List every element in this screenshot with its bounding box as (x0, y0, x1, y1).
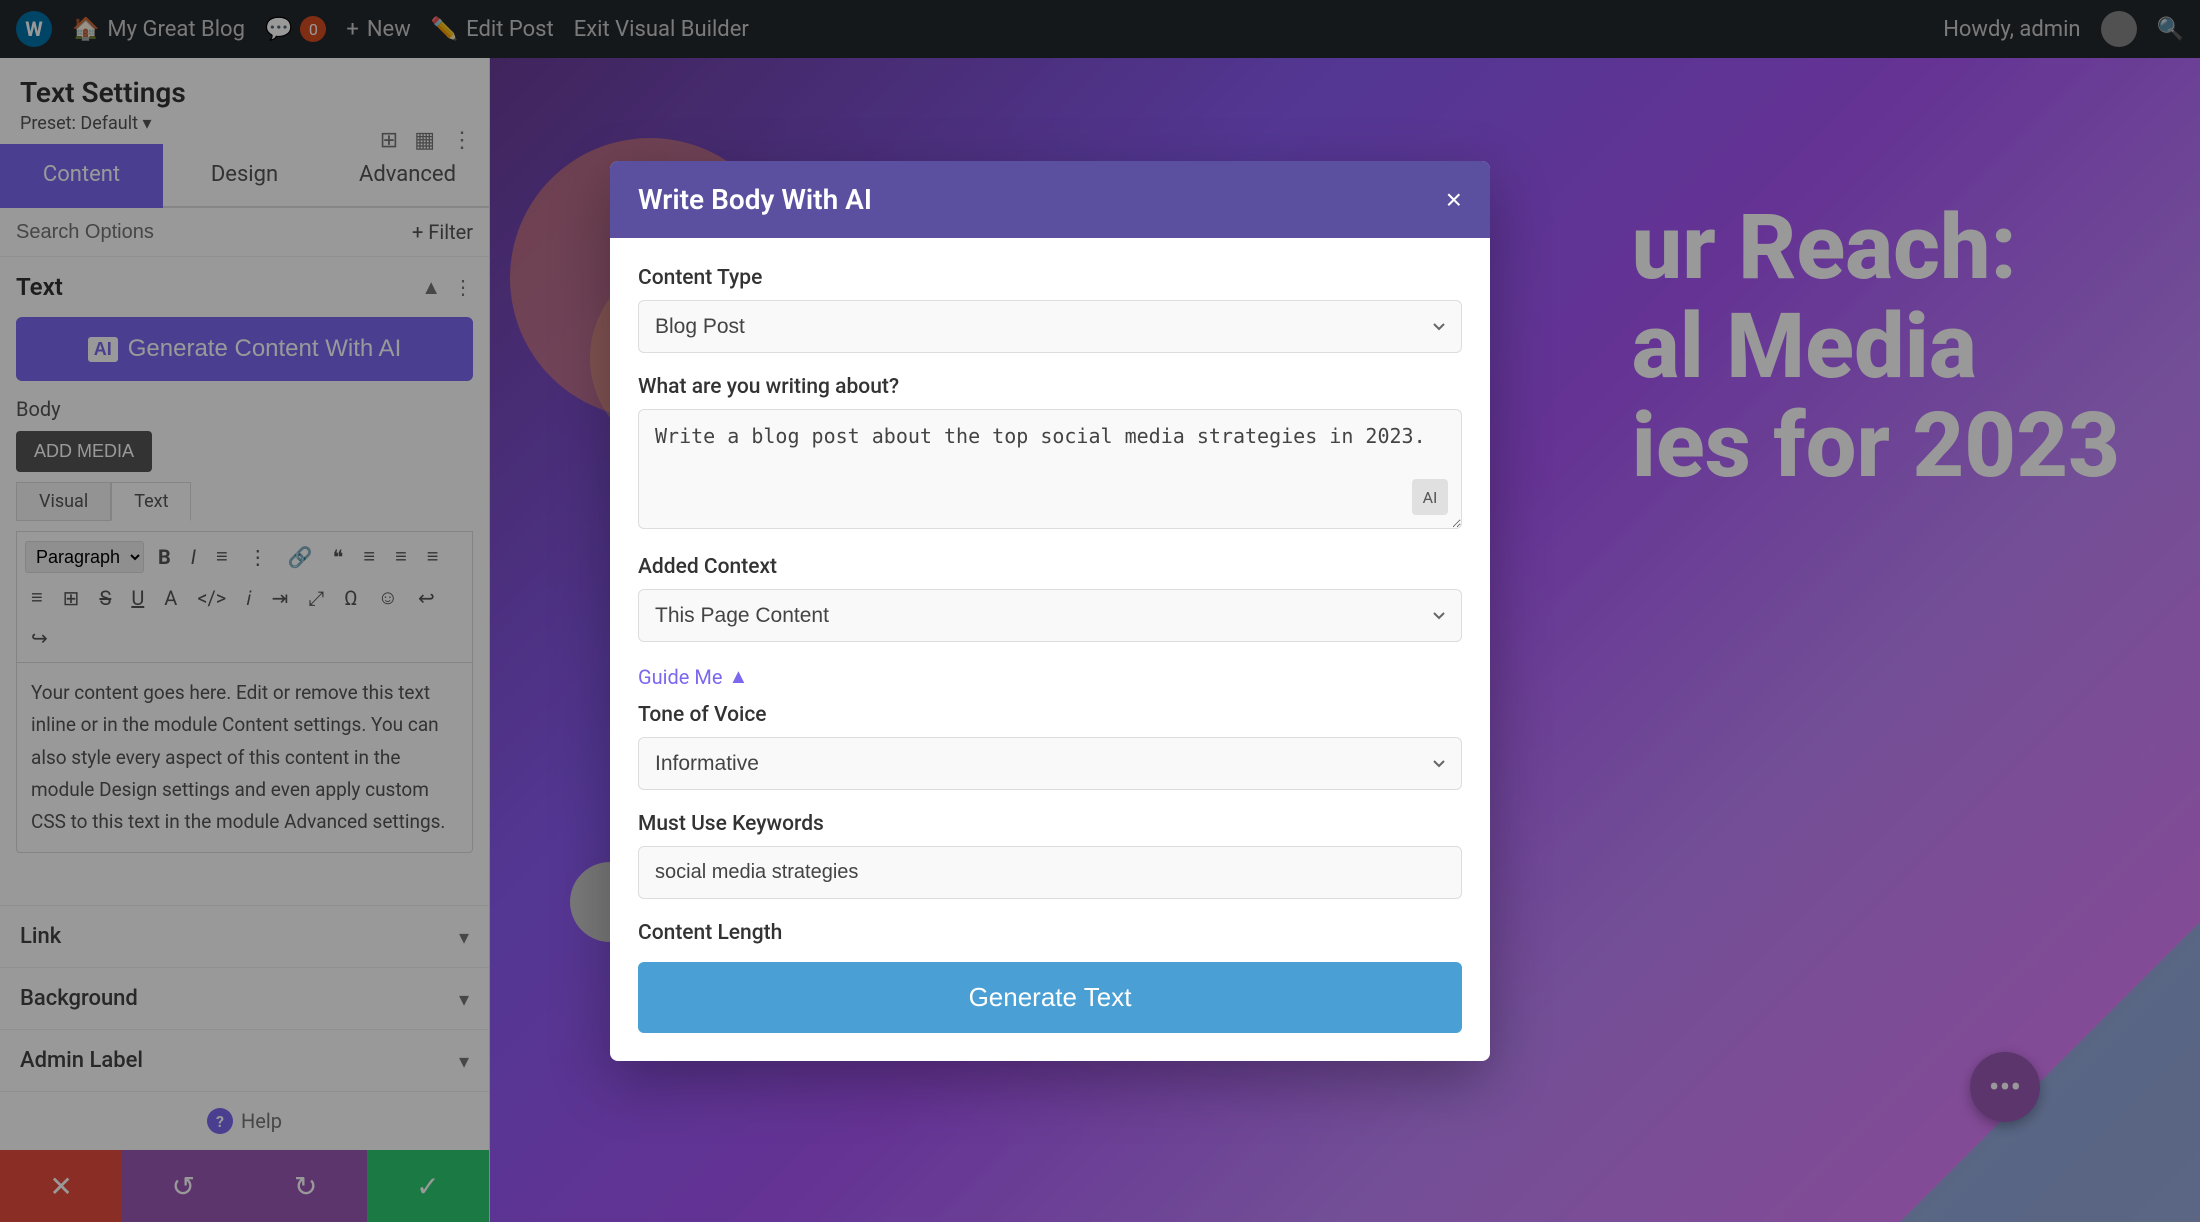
tone-group: Tone of Voice Informative (638, 703, 1462, 790)
keywords-input[interactable] (638, 846, 1462, 899)
write-body-modal: Write Body With AI × Content Type Blog P… (610, 161, 1490, 1061)
added-context-select[interactable]: This Page Content (638, 589, 1462, 642)
tone-label: Tone of Voice (638, 703, 1462, 727)
keywords-label: Must Use Keywords (638, 812, 1462, 836)
content-type-select[interactable]: Blog Post (638, 300, 1462, 353)
modal-body: Content Type Blog Post What are you writ… (610, 238, 1490, 954)
writing-prompt-label: What are you writing about? (638, 375, 1462, 399)
modal-title: Write Body With AI (638, 183, 872, 216)
textarea-wrapper: Write a blog post about the top social m… (638, 409, 1462, 533)
keywords-group: Must Use Keywords (638, 812, 1462, 899)
content-length-group: Content Length About Words Characters Se… (638, 921, 1462, 954)
content-type-group: Content Type Blog Post (638, 266, 1462, 353)
textarea-ai-icon: AI (1412, 479, 1448, 515)
modal-overlay: Write Body With AI × Content Type Blog P… (0, 0, 2200, 1222)
guide-me-link[interactable]: Guide Me ▲ (638, 664, 1462, 689)
added-context-group: Added Context This Page Content (638, 555, 1462, 642)
added-context-label: Added Context (638, 555, 1462, 579)
tone-select[interactable]: Informative (638, 737, 1462, 790)
modal-header: Write Body With AI × (610, 161, 1490, 238)
content-type-label: Content Type (638, 266, 1462, 290)
writing-prompt-textarea[interactable]: Write a blog post about the top social m… (638, 409, 1462, 529)
modal-close-button[interactable]: × (1446, 184, 1462, 216)
generate-text-button[interactable]: Generate Text (638, 962, 1462, 1033)
content-length-label: Content Length (638, 921, 1462, 945)
modal-footer: Generate Text (610, 954, 1490, 1061)
writing-prompt-group: What are you writing about? Write a blog… (638, 375, 1462, 533)
